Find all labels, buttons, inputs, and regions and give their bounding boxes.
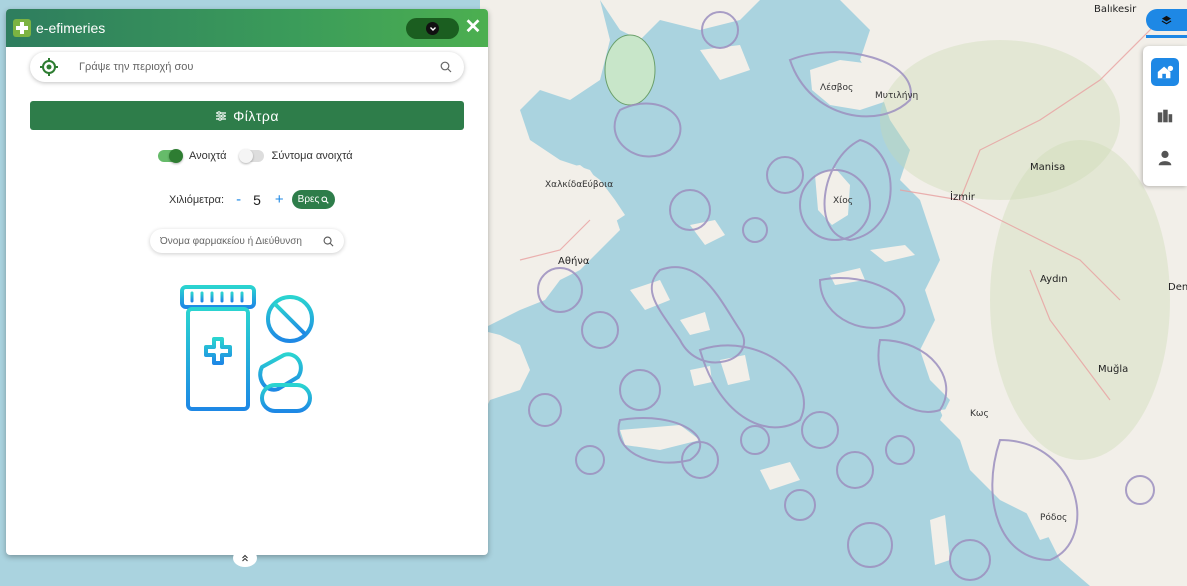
map-label-izmir: İzmir [950,190,976,203]
distance-label: Χιλιόμετρα: [169,193,225,206]
soon-open-label: Σύντομα ανοιχτά [271,150,353,162]
map-label-balikesir: Balıkesir [1094,4,1137,15]
chevron-up-icon [242,554,248,562]
layers-button[interactable] [1146,9,1187,31]
buildings-button[interactable] [1151,102,1179,130]
pharmacy-illustration [180,285,314,413]
brand-name: e-efimeries [36,20,106,36]
area-search [30,52,464,82]
panel-toggle[interactable] [406,18,459,39]
map-label-rodos: Ρόδος [1040,512,1067,523]
map-label-kos: Κως [970,409,989,419]
open-label: Ανοιχτά [189,150,227,162]
search-icon[interactable] [323,236,334,247]
collapse-handle[interactable] [233,549,257,567]
filters-label: Φίλτρα [233,107,279,124]
map-label-manisa: Manisa [1030,162,1065,173]
filter-icon [216,110,227,121]
search-icon[interactable] [440,61,452,73]
map-label-athina: Αθήνα [558,255,590,267]
home-location-button[interactable] [1151,58,1179,86]
logo-icon [13,19,31,37]
layers-underline [1146,35,1187,38]
find-label: Βρες [297,194,320,205]
layers-icon [1161,15,1172,24]
map-label-chios: Χίος [833,196,853,206]
home-location-icon [1157,65,1174,79]
soon-open-switch[interactable] [238,149,264,163]
map-label-mugla: Muğla [1098,363,1128,375]
search-icon [321,195,330,204]
distance-minus-button[interactable]: - [236,191,241,208]
map-label-evvoia: Εύβοια [582,179,613,190]
pharmacy-search-input[interactable] [160,235,323,247]
user-icon [1158,150,1172,166]
map-label-deni: Deni [1168,282,1187,293]
distance-value: 5 [253,191,261,208]
map-label-lesvos: Λέσβος [820,82,853,93]
find-button[interactable]: Βρες [291,190,336,209]
user-button[interactable] [1151,144,1179,172]
location-target-icon[interactable] [39,57,59,77]
distance-plus-button[interactable]: + [275,191,284,208]
map-label-mytilini: Μυτιλήνη [875,91,918,101]
area-search-input[interactable] [79,61,440,73]
map-label-aydin: Aydın [1040,274,1068,285]
chevron-down-icon [426,22,439,35]
buildings-icon [1157,109,1173,123]
close-icon[interactable]: ✕ [463,16,483,38]
pharmacy-search [150,229,344,253]
side-panel: e-efimeries ✕ Φίλτρα Ανοιχτά Σύντομα ανο… [6,9,488,567]
status-switches: Ανοιχτά Σύντομα ανοιχτά [158,149,353,163]
open-switch[interactable] [158,149,183,163]
distance-control: Χιλιόμετρα: - 5 + Βρες [169,190,336,209]
map-label-chalkida: Χαλκίδα [545,180,582,190]
panel-header: e-efimeries ✕ [6,9,488,47]
filters-button[interactable]: Φίλτρα [30,101,464,130]
right-toolbar [1143,46,1187,186]
